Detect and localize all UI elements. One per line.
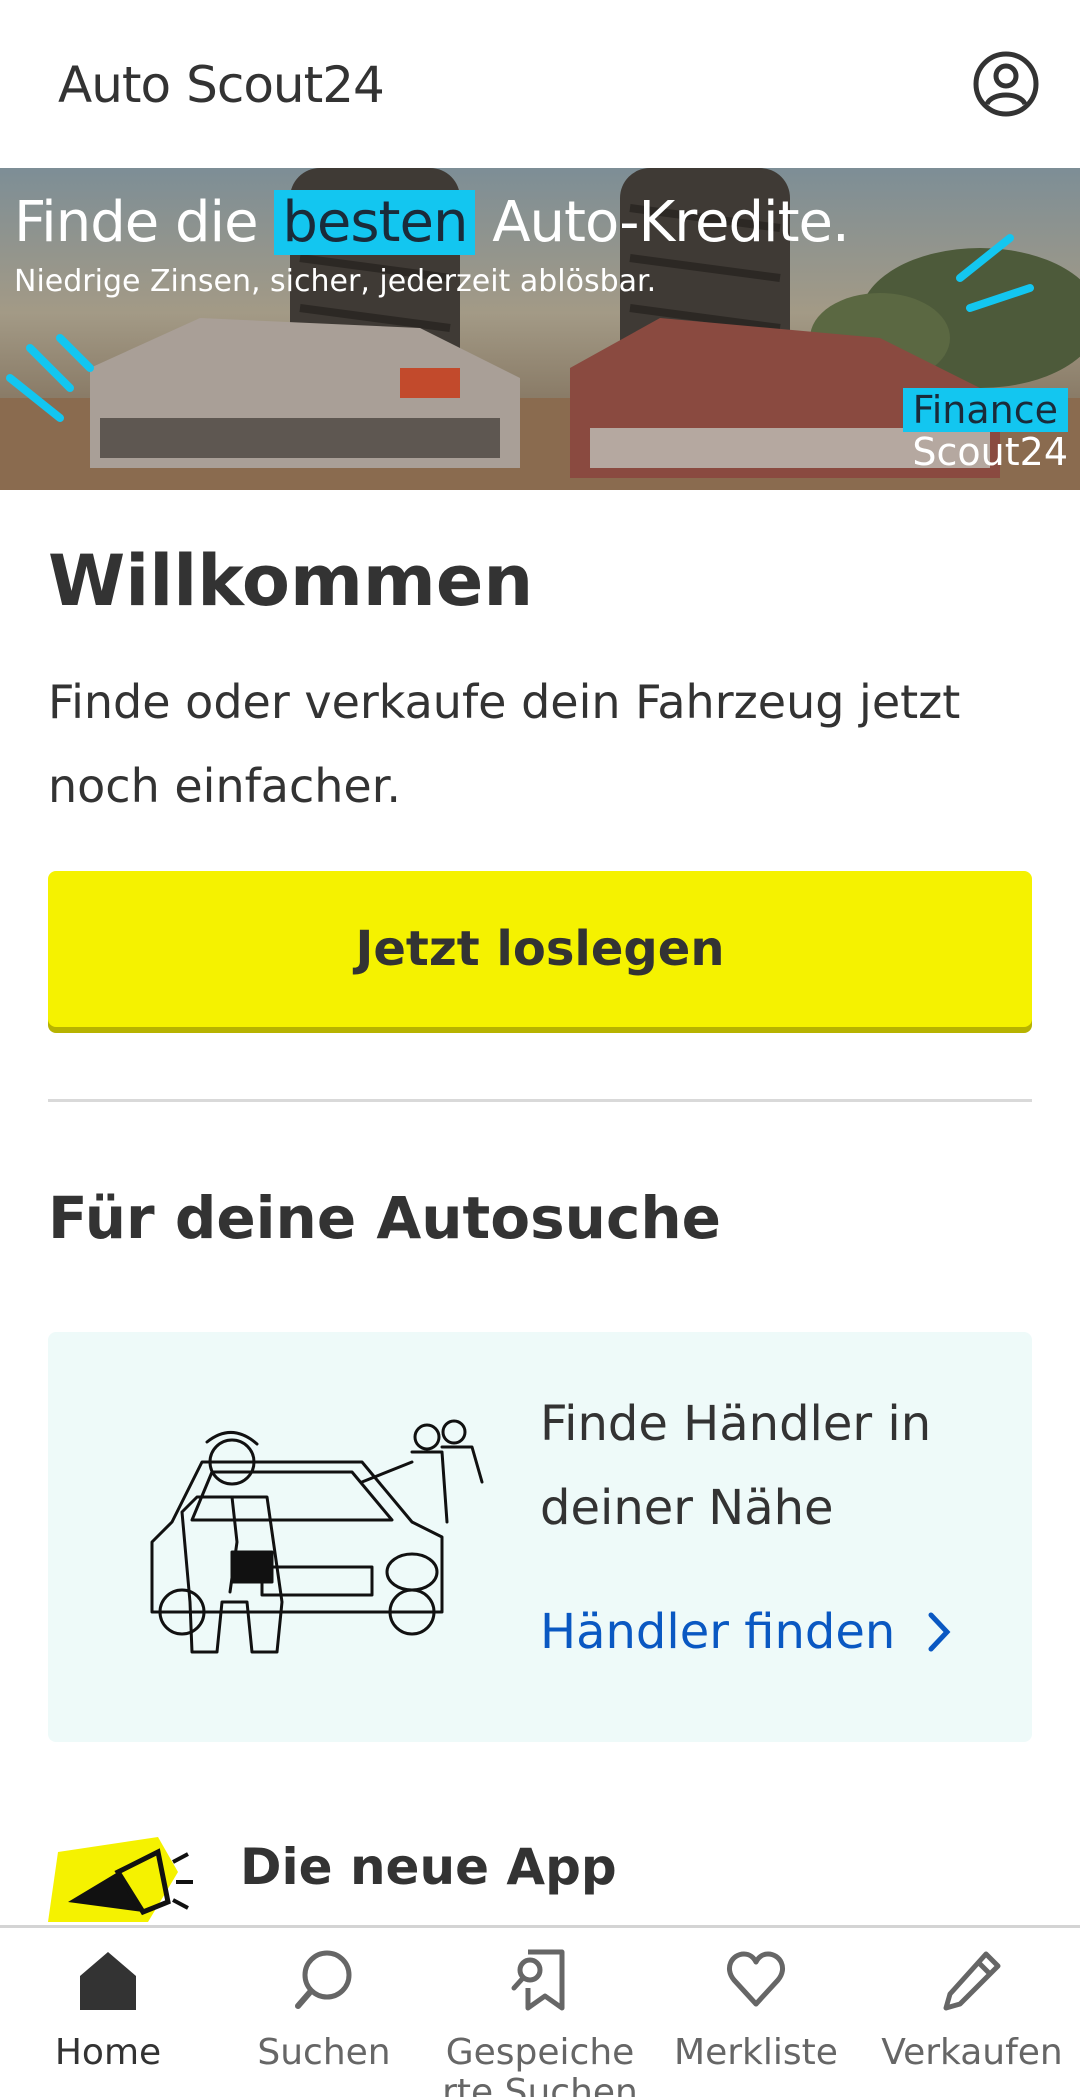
nav-label-watchlist: Merkliste [674,2032,838,2073]
banner-headline-highlight: besten [274,190,476,255]
new-app-title: Die neue App [240,1838,617,1896]
nav-label-home: Home [54,2032,162,2073]
dealer-illustration-icon [150,1419,484,1654]
user-circle-icon[interactable] [972,50,1040,118]
home-icon [80,1952,136,2010]
financescout24-logo: Finance Scout24 [902,388,1068,474]
autoscout24-logo[interactable]: Auto Scout24 [48,40,385,130]
nav-item-home[interactable]: Home [0,1928,216,2097]
find-dealer-link[interactable]: Händler finden [540,1604,953,1660]
logo-scout-part: Scout24 [186,56,385,114]
nav-label-saved-searches: Gespeiche rte Suchen [442,2032,638,2097]
nav-item-search[interactable]: Suchen [216,1928,432,2097]
autosuche-title: Für deine Autosuche [48,1184,721,1252]
finance-banner[interactable]: Finde die besten Auto-Kredite. Niedrige … [0,168,1080,490]
welcome-title: Willkommen [48,540,534,622]
search-icon [295,1950,352,2009]
banner-headline: Finde die besten Auto-Kredite. [14,190,850,255]
chevron-right-icon [928,1612,951,1652]
nav-label-search: Suchen [257,2032,391,2073]
saved-search-icon [511,1949,565,2011]
pencil-icon [943,1951,1001,2011]
welcome-text: Finde oder verkaufe dein Fahrzeug jetzt … [48,675,961,813]
section-divider [48,1099,1032,1102]
new-app-teaser[interactable]: Die neue App [48,1822,1032,1922]
bottom-navigation: Home Suchen Gespeiche rte Suchen Merklis… [0,1925,1080,2097]
dealer-finder-text: Finde Händler in deiner Nähe [540,1396,932,1536]
get-started-button[interactable]: Jetzt loslegen [48,871,1032,1027]
megaphone-icon [48,1837,193,1922]
nav-label-sell: Verkaufen [881,2032,1063,2073]
nav-item-watchlist[interactable]: Merkliste [648,1928,864,2097]
nav-item-sell[interactable]: Verkaufen [864,1928,1080,2097]
logo-auto-part: Auto [48,50,180,120]
nav-item-saved-searches[interactable]: Gespeiche rte Suchen [432,1928,648,2097]
dealer-finder-card[interactable]: Finde Händler in deiner Nähe Händler fin… [48,1332,1032,1742]
banner-subline: Niedrige Zinsen, sicher, jederzeit ablös… [14,264,657,299]
heart-icon [727,1951,785,2007]
app-header: Auto Scout24 [0,0,1080,168]
